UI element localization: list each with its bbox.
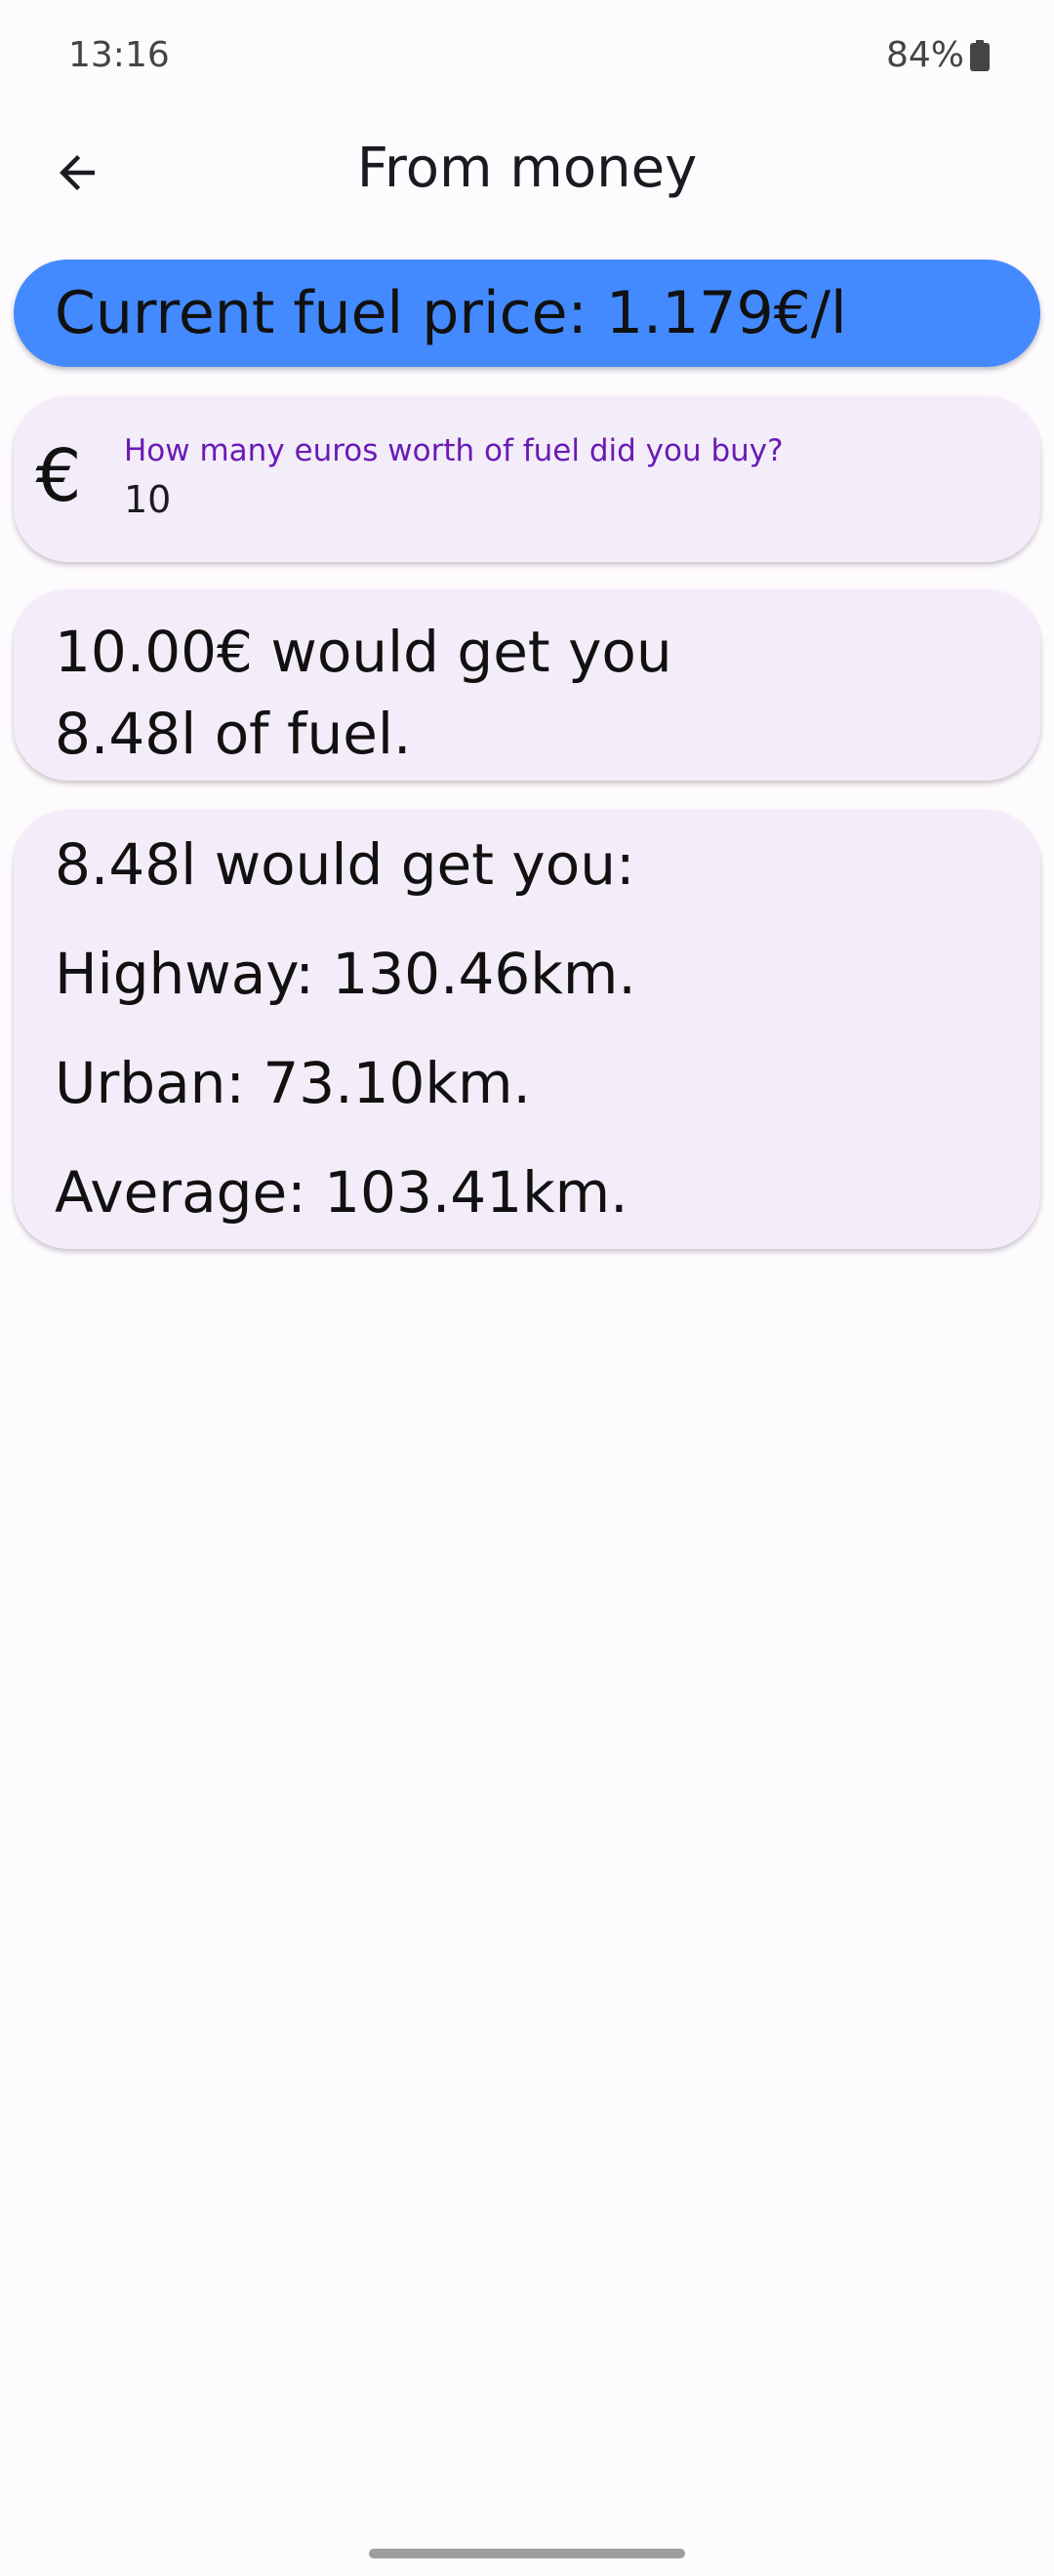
distance-header: 8.48l would get you:: [55, 831, 635, 898]
fuel-price-text: Current fuel price: 1.179€/l: [55, 279, 847, 347]
euro-amount-label: How many euros worth of fuel did you buy…: [124, 433, 784, 468]
result-line-1: 10.00€ would get you: [55, 619, 672, 685]
app-bar: From money: [0, 117, 1054, 224]
page-title: From money: [356, 137, 698, 200]
result-line-2: 8.48l of fuel.: [55, 701, 412, 767]
battery-icon: [970, 39, 990, 71]
average-distance: Average: 103.41km.: [55, 1159, 628, 1226]
battery-percentage: 84%: [885, 35, 964, 75]
highway-distance: Highway: 130.46km.: [55, 941, 636, 1007]
fuel-amount-card: 10.00€ would get you 8.48l of fuel.: [14, 589, 1040, 781]
status-right: 84%: [886, 35, 990, 75]
urban-distance: Urban: 73.10km.: [55, 1050, 531, 1116]
status-time: 13:16: [68, 35, 170, 75]
status-bar: 13:16 84%: [0, 0, 1054, 107]
fuel-amount-result: 10.00€ would get you 8.48l of fuel.: [55, 611, 1001, 775]
distance-card: 8.48l would get you: Highway: 130.46km. …: [14, 810, 1040, 1249]
euro-icon: €: [35, 434, 82, 518]
fuel-price-banner: Current fuel price: 1.179€/l: [14, 260, 1040, 367]
euro-amount-input[interactable]: [124, 478, 1002, 521]
euro-amount-field[interactable]: € How many euros worth of fuel did you b…: [14, 396, 1040, 562]
gesture-navigation-bar[interactable]: [369, 2549, 685, 2558]
